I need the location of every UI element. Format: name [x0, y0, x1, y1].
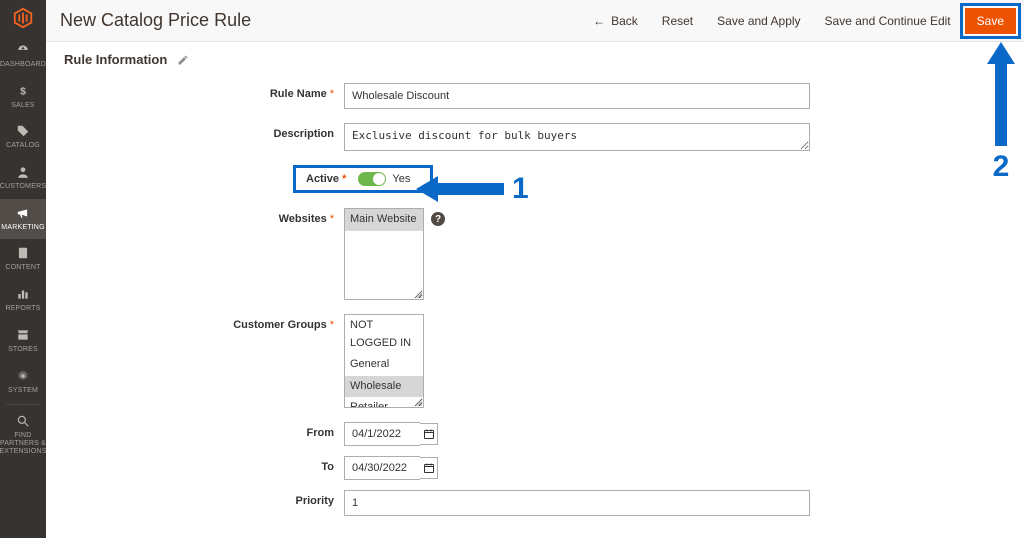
store-icon	[15, 327, 31, 343]
calendar-icon[interactable]	[420, 457, 438, 479]
description-textarea[interactable]: Exclusive discount for bulk buyers	[344, 123, 810, 151]
calendar-icon[interactable]	[420, 423, 438, 445]
megaphone-icon	[15, 205, 31, 221]
sidebar-item-catalog[interactable]: CATALOG	[0, 117, 46, 158]
from-label: From	[46, 422, 344, 439]
customer-group-option[interactable]: General	[345, 354, 423, 376]
active-toggle[interactable]	[358, 172, 386, 186]
priority-input[interactable]	[344, 490, 810, 516]
save-button[interactable]: Save	[965, 8, 1016, 34]
sidebar-item-dashboard[interactable]: DASHBOARD	[0, 36, 46, 77]
customer-groups-label: Customer Groups*	[46, 314, 344, 331]
sidebar-item-reports[interactable]: REPORTS	[0, 280, 46, 321]
sidebar-label: STORES	[8, 346, 38, 354]
bars-icon	[15, 286, 31, 302]
sidebar-item-content[interactable]: CONTENT	[0, 239, 46, 280]
tag-icon	[15, 123, 31, 139]
page-title: New Catalog Price Rule	[60, 10, 251, 31]
page-icon	[15, 245, 31, 261]
main-area: New Catalog Price Rule Back Reset Save a…	[46, 0, 1024, 538]
sidebar-label: CONTENT	[5, 264, 40, 272]
svg-text:$: $	[20, 85, 26, 97]
website-option[interactable]: Main Website	[345, 209, 423, 231]
sidebar-label: MARKETING	[1, 224, 44, 232]
sidebar-label: CATALOG	[6, 142, 40, 150]
active-state-text: Yes	[392, 173, 410, 185]
rule-name-label: Rule Name*	[46, 83, 344, 100]
section-title: Rule Information	[64, 52, 167, 67]
person-icon	[15, 164, 31, 180]
rule-name-input[interactable]	[344, 83, 810, 109]
websites-label: Websites*	[46, 208, 344, 225]
priority-label: Priority	[46, 490, 344, 507]
customer-group-option[interactable]: Wholesale	[345, 376, 423, 398]
websites-multiselect[interactable]: Main Website	[344, 208, 424, 300]
back-button[interactable]: Back	[581, 8, 650, 34]
edit-icon[interactable]	[177, 54, 189, 66]
annotation-save-highlight: Save	[963, 6, 1018, 36]
sidebar-item-marketing[interactable]: MARKETING	[0, 199, 46, 240]
sidebar-item-stores[interactable]: STORES	[0, 321, 46, 362]
active-label: Active *	[296, 173, 350, 185]
to-date-input[interactable]	[344, 456, 420, 480]
section-title-row: Rule Information	[46, 42, 1024, 77]
sidebar-label: SALES	[11, 102, 35, 110]
help-icon[interactable]: ?	[431, 212, 445, 226]
from-date-input[interactable]	[344, 422, 420, 446]
form: Rule Name* Description Exclusive discoun…	[46, 77, 1024, 538]
sidebar-item-customers[interactable]: CUSTOMERS	[0, 158, 46, 199]
sidebar-label: REPORTS	[5, 305, 40, 313]
save-and-apply-button[interactable]: Save and Apply	[705, 8, 812, 34]
dollar-icon: $	[15, 83, 31, 99]
sidebar-label: DASHBOARD	[0, 61, 46, 69]
customer-group-option[interactable]: NOT LOGGED IN	[345, 315, 423, 354]
reset-button[interactable]: Reset	[650, 8, 705, 34]
admin-sidebar: DASHBOARD $ SALES CATALOG CUSTOMERS MARK…	[0, 0, 46, 538]
customer-groups-multiselect[interactable]: NOT LOGGED IN General Wholesale Retailer	[344, 314, 424, 408]
gear-icon	[15, 368, 31, 384]
save-and-continue-button[interactable]: Save and Continue Edit	[813, 8, 963, 34]
sidebar-item-partners[interactable]: FIND PARTNERS & EXTENSIONS	[0, 407, 46, 463]
annotation-active-highlight: Active * Yes	[296, 168, 430, 190]
sidebar-label: SYSTEM	[8, 387, 38, 395]
description-label: Description	[46, 123, 344, 140]
sidebar-item-sales[interactable]: $ SALES	[0, 77, 46, 118]
page-header: New Catalog Price Rule Back Reset Save a…	[46, 0, 1024, 42]
sidebar-item-system[interactable]: SYSTEM	[0, 362, 46, 403]
customer-group-option[interactable]: Retailer	[345, 397, 423, 408]
sidebar-label: FIND PARTNERS & EXTENSIONS	[0, 432, 47, 455]
magento-logo[interactable]	[0, 0, 46, 36]
sidebar-label: CUSTOMERS	[0, 183, 46, 191]
to-label: To	[46, 456, 344, 473]
gauge-icon	[15, 42, 31, 58]
search-icon	[15, 413, 31, 429]
